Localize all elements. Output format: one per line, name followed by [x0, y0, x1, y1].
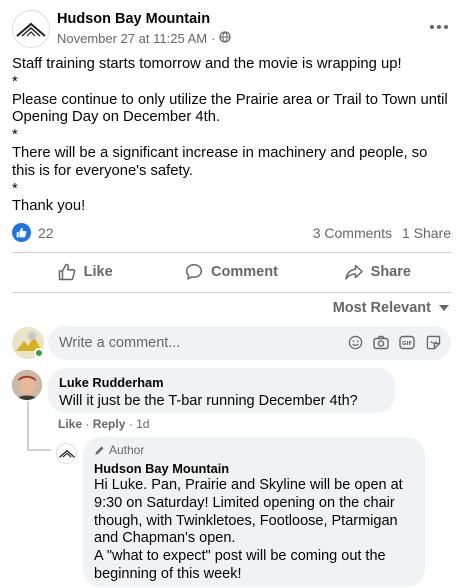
engagement-counts: 3 Comments 1 Share: [313, 225, 451, 241]
thread-line: [27, 449, 51, 451]
post-body: Staff training starts tomorrow and the m…: [12, 56, 452, 216]
thumbs-up-icon: [58, 263, 75, 281]
mountain-logo-icon: [16, 22, 46, 37]
author-badge-label: Author: [109, 443, 145, 457]
comment-bubble: Luke Rudderham Will it just be the T-bar…: [48, 368, 395, 413]
reply-text: Hi Luke. Pan, Prairie and Skyline will b…: [94, 477, 403, 582]
sort-label: Most Relevant: [332, 300, 431, 316]
dot-separator: ·: [85, 417, 90, 431]
sticker-icon[interactable]: [425, 334, 441, 350]
comment-input[interactable]: Write a comment... GIF: [48, 326, 451, 360]
commenter-avatar[interactable]: [12, 370, 42, 400]
thread-line: [27, 401, 29, 451]
post-timestamp[interactable]: November 27 at 11:25 AM: [57, 31, 207, 46]
comment-sort-dropdown[interactable]: Most Relevant: [333, 300, 449, 316]
gif-icon[interactable]: GIF: [399, 334, 415, 350]
post-text: Staff training starts tomorrow and the m…: [12, 56, 448, 215]
divider: [12, 252, 451, 253]
share-label: Share: [370, 264, 411, 280]
share-button[interactable]: Share: [305, 254, 451, 290]
post-actions: Like Comment Share: [12, 254, 451, 290]
comment-text: Will it just be the T-bar running Decemb…: [59, 393, 358, 409]
share-count[interactable]: 1 Share: [402, 225, 451, 241]
post-meta: November 27 at 11:25 AM ·: [57, 31, 232, 46]
speech-bubble-icon: [185, 264, 203, 280]
camera-icon[interactable]: [373, 334, 389, 350]
comment-time[interactable]: 1d: [136, 417, 149, 431]
globe-icon: [219, 31, 232, 46]
comment-actions: Like · Reply · 1d: [58, 417, 149, 431]
comment-like-button[interactable]: Like: [58, 417, 82, 431]
caret-down-icon: [439, 305, 449, 311]
page-name[interactable]: Hudson Bay Mountain: [57, 11, 210, 27]
author-badge: Author: [94, 443, 414, 457]
comment-count[interactable]: 3 Comments: [313, 225, 392, 241]
comment-button[interactable]: Comment: [158, 254, 304, 290]
share-arrow-icon: [344, 264, 363, 280]
reply-bubble: Author Hudson Bay Mountain Hi Luke. Pan,…: [83, 437, 425, 587]
page-avatar[interactable]: [12, 10, 50, 48]
emoji-icon[interactable]: [347, 334, 363, 350]
dot-separator: ·: [128, 417, 133, 431]
reaction-count[interactable]: 22: [38, 225, 54, 241]
comment-placeholder: Write a comment...: [59, 335, 181, 351]
composer-tools: GIF: [347, 334, 441, 350]
reply-author-avatar[interactable]: [56, 443, 77, 464]
meta-separator: ·: [211, 31, 216, 46]
mountain-logo-icon: [58, 449, 75, 458]
reactions-bar: 22 3 Comments 1 Share: [12, 222, 451, 244]
comment-reply-button[interactable]: Reply: [93, 417, 126, 431]
online-status-dot: [34, 348, 44, 358]
like-reaction-icon[interactable]: [12, 223, 31, 242]
divider: [12, 292, 451, 293]
like-label: Like: [83, 264, 113, 280]
more-dots-icon: [430, 25, 448, 29]
comment-composer: Write a comment... GIF: [12, 326, 451, 360]
more-options-button[interactable]: [427, 18, 451, 36]
svg-text:GIF: GIF: [402, 341, 413, 347]
commenter-name[interactable]: Luke Rudderham: [59, 375, 384, 390]
comment-label: Comment: [211, 264, 278, 280]
post-header: Hudson Bay Mountain November 27 at 11:25…: [12, 10, 451, 50]
reply-author-name[interactable]: Hudson Bay Mountain: [94, 461, 414, 476]
like-button[interactable]: Like: [12, 254, 158, 290]
pencil-icon: [95, 446, 104, 455]
